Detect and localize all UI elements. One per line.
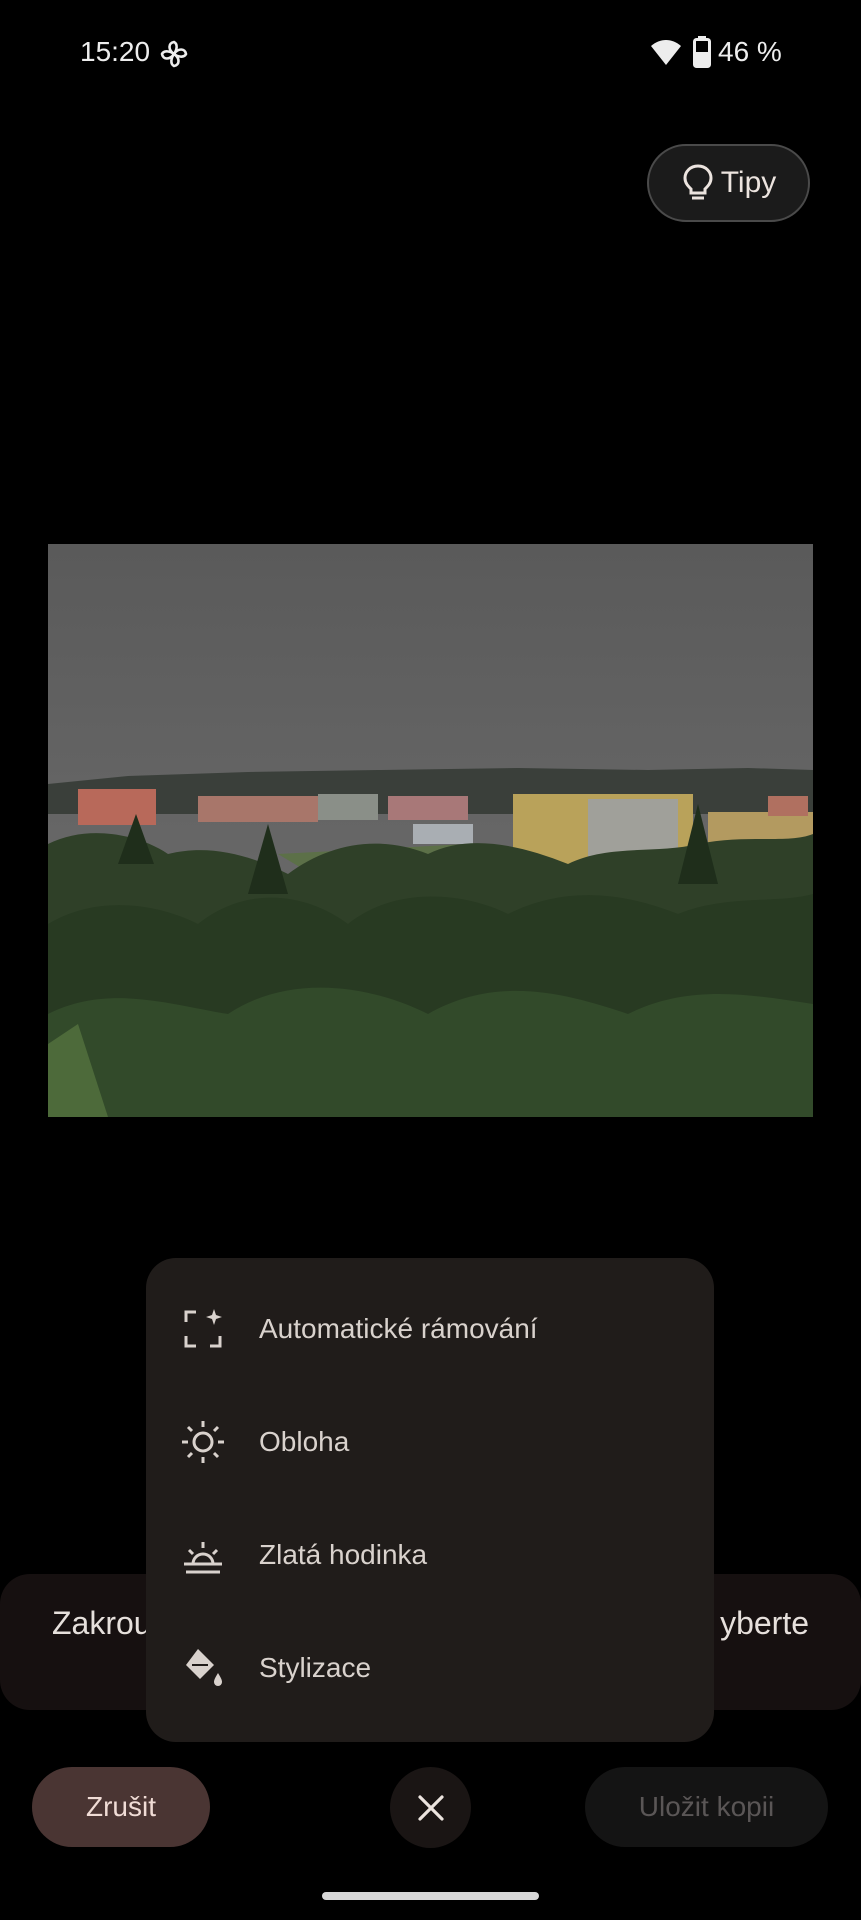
menu-item-label: Obloha xyxy=(259,1425,350,1457)
save-copy-button[interactable]: Uložit kopii xyxy=(585,1767,828,1847)
menu-item-stylize[interactable]: Stylizace xyxy=(146,1611,714,1724)
status-bar: 15:20 46 % xyxy=(0,0,861,106)
photo-preview[interactable] xyxy=(48,544,813,1117)
home-indicator[interactable] xyxy=(322,1892,539,1900)
close-menu-button[interactable] xyxy=(390,1767,471,1848)
menu-item-label: Zlatá hodinka xyxy=(259,1538,428,1570)
battery-icon xyxy=(693,36,711,68)
tips-button[interactable]: Tipy xyxy=(647,144,810,222)
paint-bucket-icon xyxy=(186,1648,222,1686)
suggestion-left-text: Zakrou xyxy=(52,1605,152,1641)
close-icon xyxy=(417,1794,444,1821)
tips-label: Tipy xyxy=(720,166,777,199)
menu-item-auto-frame[interactable]: Automatické rámování xyxy=(146,1272,714,1385)
suggestion-right-text: yberte xyxy=(720,1605,809,1641)
lightbulb-icon xyxy=(683,164,713,200)
menu-item-sky[interactable]: Obloha xyxy=(146,1385,714,1498)
status-time: 15:20 xyxy=(80,36,151,67)
battery-percentage: 46 % xyxy=(718,36,782,67)
menu-item-golden-hour[interactable]: Zlatá hodinka xyxy=(146,1498,714,1611)
sunset-icon xyxy=(184,1541,222,1573)
auto-frame-icon xyxy=(184,1308,222,1347)
menu-item-label: Stylizace xyxy=(259,1651,372,1683)
fan-icon xyxy=(160,40,188,68)
wifi-icon xyxy=(651,40,681,65)
menu-item-label: Automatické rámování xyxy=(259,1312,538,1344)
sun-icon xyxy=(182,1420,224,1463)
effects-menu: Automatické rámování Obloha Zlatá hodink… xyxy=(146,1258,714,1742)
landscape-photo xyxy=(48,544,813,1117)
cancel-button[interactable]: Zrušit xyxy=(32,1767,210,1847)
